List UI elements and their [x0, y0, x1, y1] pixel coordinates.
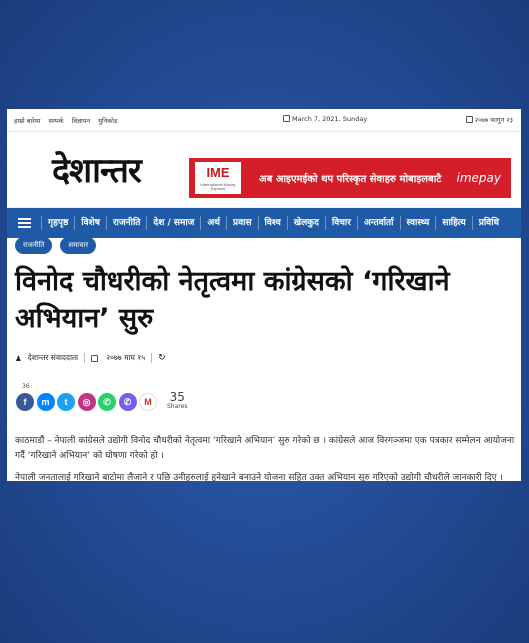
gmail-icon[interactable]: M: [139, 393, 157, 411]
share-total-count: 35: [169, 390, 185, 404]
article-paragraph-2: नेपाली जनतालाई गरिखाने बाटोमा लैजाने र प…: [15, 473, 503, 481]
top-links: हाम्रो बारेमा सम्पर्क विज्ञापन युनिकोड: [14, 116, 123, 125]
share-total: 35 Shares: [167, 391, 187, 410]
nav-item-home[interactable]: गृहपृष्ठ: [41, 216, 74, 230]
top-link-advertise[interactable]: विज्ञापन: [72, 117, 90, 125]
calendar-icon: [283, 115, 290, 122]
nav-item-interview[interactable]: अन्तर्वार्ता: [356, 216, 400, 230]
article-title: विनोद चौधरीको नेतृत्वमा कांग्रेसको ‘गरिख…: [15, 266, 450, 334]
messenger-icon[interactable]: m: [36, 393, 55, 411]
english-date: March 7, 2021, Sunday: [283, 115, 367, 123]
whatsapp-icon[interactable]: ✆: [98, 393, 116, 411]
divider: [84, 353, 86, 363]
calendar-icon: [91, 354, 99, 362]
ime-logo: IME International Money Express: [195, 162, 241, 194]
nav-item-politics[interactable]: राजनीति: [105, 216, 146, 230]
site-header: देशान्तर IME International Money Express…: [7, 132, 521, 208]
nav-item-society[interactable]: देश / समाज: [146, 216, 200, 230]
tag-politics[interactable]: राजनीति: [15, 237, 53, 254]
facebook-icon[interactable]: f: [16, 393, 34, 411]
share-count-small: 36: [22, 383, 30, 390]
nav-item-technology[interactable]: प्रविधि: [471, 216, 505, 230]
hamburger-icon: [17, 218, 31, 228]
divider: [151, 353, 153, 363]
instagram-icon[interactable]: ◎: [77, 393, 96, 411]
nav-item-economy[interactable]: अर्थ: [200, 216, 226, 230]
nav-item-health[interactable]: स्वास्थ्य: [399, 216, 436, 230]
nav-item-sports[interactable]: खेलकुद: [286, 216, 325, 230]
ad-banner[interactable]: IME International Money Express अब आइएमई…: [189, 158, 511, 198]
article-date: २०७७ माघ १५: [106, 353, 146, 362]
nav-item-literature[interactable]: साहित्य: [435, 216, 471, 230]
top-link-contact[interactable]: सम्पर्क: [48, 117, 63, 125]
top-link-unicode[interactable]: युनिकोड: [98, 117, 117, 125]
twitter-icon[interactable]: t: [57, 393, 75, 411]
article-paragraph-1: काठमाडौं – नेपाली कांग्रेसले उद्योगी विन…: [15, 436, 515, 461]
imepay-logo: imepay: [456, 171, 501, 185]
main-nav: गृहपृष्ठ विशेष राजनीति देश / समाज अर्थ प…: [7, 208, 521, 238]
social-share-bar: f m t ◎ ✆ ✆ M: [16, 393, 157, 411]
viber-icon[interactable]: ✆: [118, 393, 137, 411]
article-meta: ♟ देशान्तर संवाददाता २०७७ माघ १५ ↻: [15, 353, 166, 363]
tag-news[interactable]: समाचार: [60, 237, 97, 254]
ad-text: अब आइएमईको थप परिस्कृत सेवाहरु मोबाइलबाट…: [259, 174, 442, 185]
site-logo[interactable]: देशान्तर: [52, 146, 142, 192]
refresh-icon: ↻: [158, 353, 166, 363]
menu-button[interactable]: [7, 208, 41, 238]
nav-item-world[interactable]: विश्व: [257, 216, 287, 230]
nav-item-opinion[interactable]: विचार: [324, 216, 357, 230]
calendar-icon: [465, 116, 473, 123]
article-tags: राजनीति समाचार: [15, 237, 97, 254]
author-icon: ♟: [15, 353, 22, 363]
nav-item-special[interactable]: विशेष: [74, 216, 106, 230]
nav-item-diaspora[interactable]: प्रवास: [226, 216, 258, 230]
browser-screenshot: हाम्रो बारेमा सम्पर्क विज्ञापन युनिकोड M…: [7, 109, 521, 481]
nepali-date: २०७७ फागुन २३: [465, 115, 513, 124]
top-link-about[interactable]: हाम्रो बारेमा: [14, 117, 40, 125]
top-bar: हाम्रो बारेमा सम्पर्क विज्ञापन युनिकोड M…: [7, 109, 521, 132]
share-total-label: Shares: [167, 403, 188, 410]
author-name[interactable]: देशान्तर संवाददाता: [28, 353, 78, 363]
